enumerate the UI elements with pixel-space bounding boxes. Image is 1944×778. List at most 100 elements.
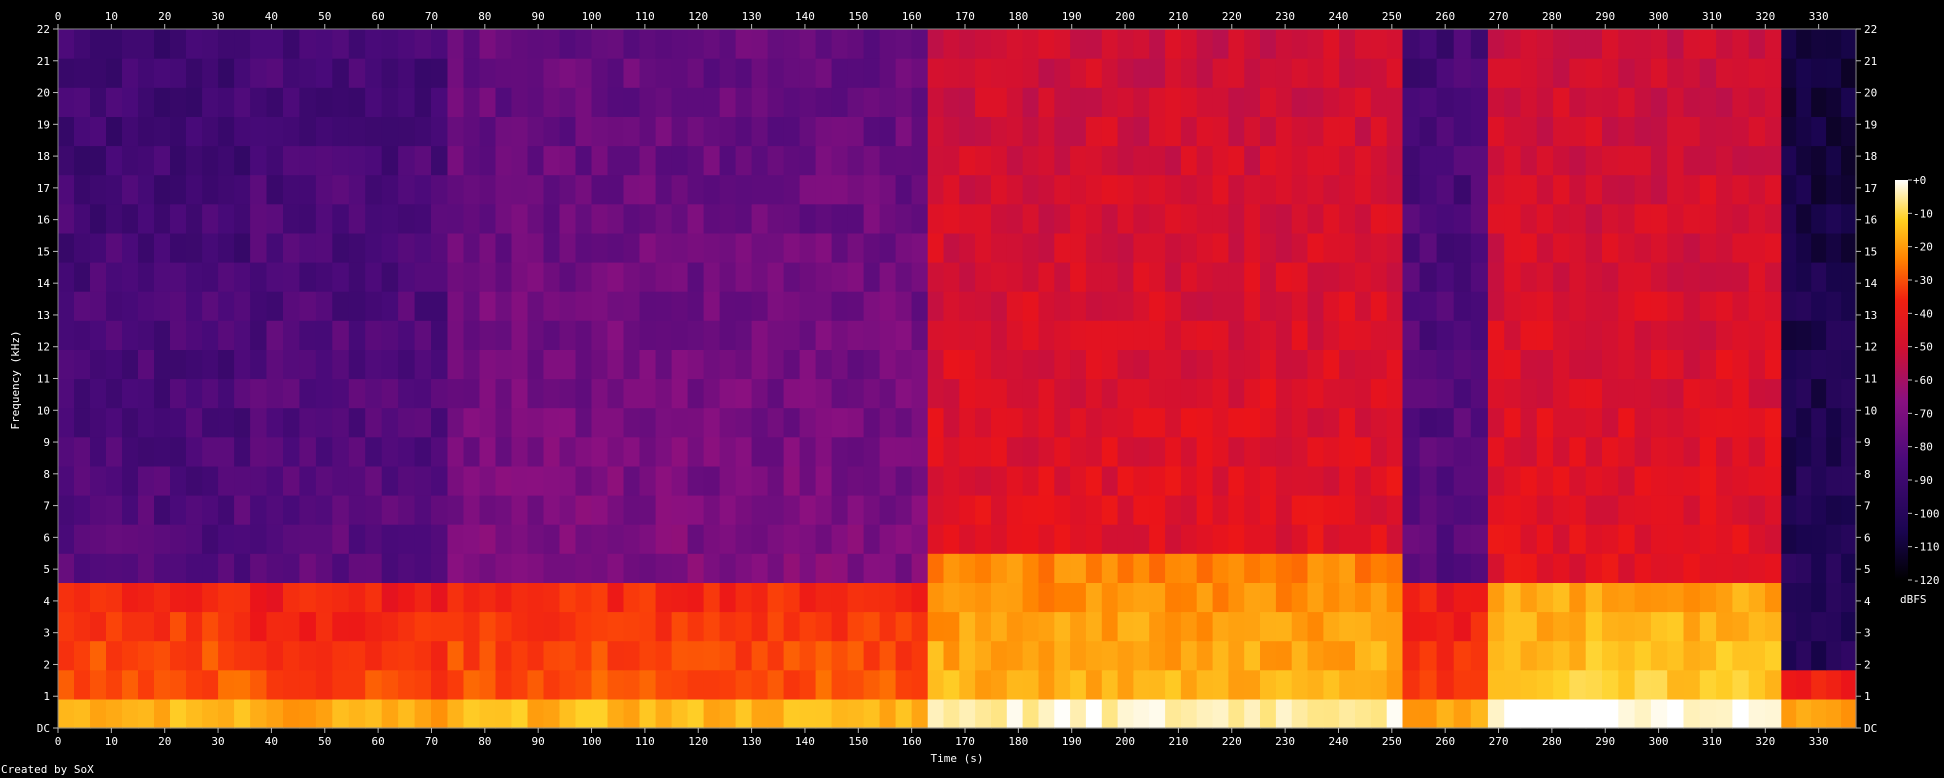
- heatmap-cell: [1536, 378, 1554, 409]
- heatmap-cell: [1470, 524, 1489, 554]
- heatmap-cell: [463, 145, 481, 176]
- heatmap-cell: [74, 291, 91, 321]
- heatmap-cell: [543, 203, 561, 234]
- heatmap-cell: [381, 291, 399, 321]
- heatmap-cell: [495, 203, 513, 234]
- heatmap-cell: [783, 378, 801, 409]
- heatmap-cell: [138, 29, 155, 59]
- heatmap-cell: [703, 29, 721, 59]
- colorbar-tick-label: -50: [1913, 341, 1933, 354]
- heatmap-cell: [1748, 262, 1766, 292]
- heatmap-cell: [1054, 87, 1071, 117]
- heatmap-cell: [186, 232, 203, 263]
- heatmap-cell: [959, 640, 976, 671]
- heatmap-cell: [1748, 465, 1766, 496]
- heatmap-cell: [1402, 174, 1421, 205]
- heatmap-cell: [1569, 495, 1587, 525]
- heatmap-cell: [1291, 669, 1309, 700]
- heatmap-cell: [1307, 611, 1324, 642]
- x-tick-label: 40: [265, 735, 278, 748]
- heatmap-cell: [299, 291, 317, 321]
- heatmap-cell: [1841, 495, 1857, 525]
- heatmap-cell: [735, 524, 753, 554]
- heatmap-cell: [283, 698, 301, 729]
- heatmap-cell: [895, 698, 913, 729]
- x-tick-label: 210: [1168, 10, 1188, 23]
- heatmap-cell: [575, 495, 593, 525]
- heatmap-cell: [879, 669, 897, 700]
- heatmap-cell: [1781, 611, 1797, 642]
- heatmap-cell: [74, 495, 91, 525]
- x-tick-label: 150: [848, 735, 868, 748]
- heatmap-cell: [1244, 58, 1261, 88]
- heatmap-cell: [1650, 378, 1668, 409]
- heatmap-cell: [381, 58, 399, 88]
- heatmap-cell: [719, 87, 737, 117]
- heatmap-cell: [1748, 174, 1766, 205]
- heatmap-cell: [767, 291, 785, 321]
- heatmap-cell: [1260, 320, 1277, 350]
- heatmap-cell: [447, 465, 465, 496]
- heatmap-cell: [943, 582, 960, 613]
- heatmap-cell: [122, 29, 139, 59]
- heatmap-cell: [106, 407, 123, 438]
- heatmap-cell: [1716, 320, 1733, 350]
- heatmap-cell: [414, 436, 432, 467]
- heatmap-cell: [575, 349, 593, 380]
- heatmap-cell: [332, 116, 350, 147]
- y-tick-label: 22: [1864, 23, 1877, 36]
- heatmap-cell: [431, 698, 449, 729]
- heatmap-cell: [559, 669, 577, 700]
- heatmap-cell: [348, 640, 366, 671]
- heatmap-cell: [154, 407, 171, 438]
- heatmap-cell: [831, 320, 849, 350]
- heatmap-cell: [831, 436, 849, 467]
- heatmap-cell: [991, 378, 1008, 409]
- heatmap-cell: [283, 262, 301, 292]
- heatmap-cell: [1732, 465, 1750, 496]
- heatmap-cell: [1796, 203, 1812, 234]
- heatmap-cell: [332, 407, 350, 438]
- heatmap-cell: [1826, 320, 1842, 350]
- heatmap-cell: [655, 232, 673, 263]
- heatmap-cell: [250, 87, 268, 117]
- heatmap-cell: [138, 669, 155, 700]
- heatmap-cell: [1436, 232, 1455, 263]
- y-tick-label: 5: [43, 563, 50, 576]
- heatmap-cell: [299, 640, 317, 671]
- heatmap-cell: [1006, 378, 1024, 409]
- heatmap-cell: [1826, 465, 1842, 496]
- heatmap-cell: [1585, 495, 1603, 525]
- heatmap-cell: [74, 116, 91, 147]
- heatmap-cell: [1212, 640, 1229, 671]
- heatmap-cell: [1553, 465, 1570, 496]
- heatmap-cell: [751, 174, 769, 205]
- heatmap-cell: [559, 640, 577, 671]
- heatmap-cell: [1180, 495, 1198, 525]
- heatmap-cell: [1683, 553, 1701, 583]
- heatmap-cell: [1070, 320, 1087, 350]
- heatmap-cell: [1634, 203, 1652, 234]
- heatmap-cell: [911, 349, 929, 380]
- y-tick-label: 9: [1864, 436, 1871, 449]
- heatmap-cell: [959, 174, 976, 205]
- heatmap-cell: [751, 349, 769, 380]
- heatmap-cell: [783, 58, 801, 88]
- heatmap-cell: [1841, 698, 1857, 729]
- heatmap-cell: [1038, 145, 1055, 176]
- heatmap-cell: [815, 291, 833, 321]
- heatmap-cell: [575, 203, 593, 234]
- heatmap-cell: [283, 465, 301, 496]
- heatmap-cell: [1260, 495, 1277, 525]
- heatmap-cell: [495, 291, 513, 321]
- y-tick-label: 11: [1864, 373, 1877, 386]
- heatmap-cell: [1732, 174, 1750, 205]
- heatmap-cell: [495, 669, 513, 700]
- heatmap-cell: [58, 58, 75, 88]
- heatmap-cell: [202, 640, 219, 671]
- heatmap-cell: [1826, 436, 1842, 467]
- x-tick-label: 130: [742, 735, 762, 748]
- heatmap-cell: [719, 640, 737, 671]
- heatmap-cell: [527, 174, 545, 205]
- heatmap-cell: [991, 87, 1008, 117]
